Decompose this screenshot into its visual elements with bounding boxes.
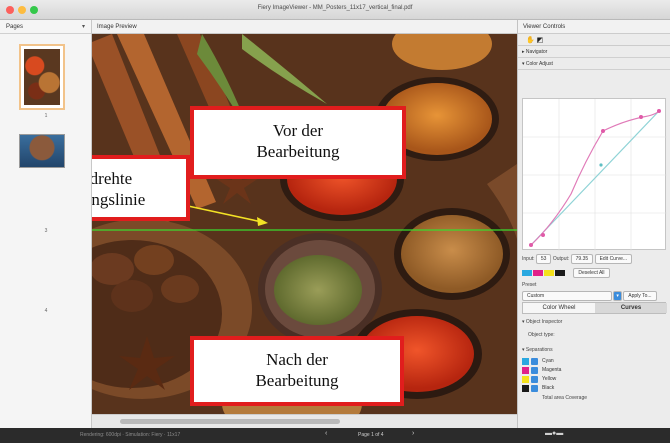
page-thumbnail-1[interactable]: [19, 44, 65, 110]
image-preview-header: Image Preview: [92, 20, 517, 34]
callout-before-line2: Bearbeitung: [256, 142, 340, 161]
separation-row-magenta[interactable]: Magenta: [522, 367, 666, 375]
status-bar: Rendering: 600dpi · Simulation: Fiery · …: [0, 428, 670, 443]
separation-label: Magenta: [542, 367, 562, 373]
scrollbar-thumb[interactable]: [120, 419, 340, 424]
cyan-swatch[interactable]: [522, 269, 532, 276]
window-title: Fiery ImageViewer - MM_Posters_11x17_ver…: [257, 5, 413, 11]
compare-tool-icon[interactable]: ◩: [537, 37, 544, 44]
black-color-swatch: [522, 385, 529, 392]
channel-swatches-row: Deselect All: [522, 268, 610, 278]
render-info: Rendering: 600dpi · Simulation: Fiery · …: [80, 432, 181, 438]
object-type-label: Object type:: [528, 332, 555, 338]
hand-tool-icon[interactable]: ✋: [526, 37, 535, 44]
total-coverage-label: Total area Coverage: [542, 395, 588, 401]
separation-row-black[interactable]: Black: [522, 385, 666, 393]
separation-label: Cyan: [542, 358, 554, 364]
navigator-section[interactable]: ▸ Navigator: [518, 46, 670, 58]
navigator-label: Navigator: [525, 49, 548, 55]
preset-select[interactable]: Custom: [522, 291, 612, 301]
separation-label: Yellow: [542, 376, 557, 382]
window-titlebar: Fiery ImageViewer - MM_Posters_11x17_ver…: [0, 0, 670, 20]
callout-after-line2: Bearbeitung: [255, 371, 339, 390]
viewer-tool-icons: ✋ ◩: [518, 34, 670, 46]
input-output-row: Input: 53 Output: 79.35 Edit Curve...: [522, 254, 633, 264]
preset-dropdown-icon[interactable]: ▾: [613, 291, 622, 301]
output-field[interactable]: 79.35: [570, 254, 594, 264]
color-mode-tabs: Color Wheel Curves: [522, 302, 667, 314]
edit-curve-button[interactable]: Edit Curve...: [594, 254, 633, 264]
callout-split-line2: Teilungslinie: [92, 190, 146, 209]
page-number-3: 3: [44, 228, 48, 234]
magenta-color-swatch: [522, 367, 529, 374]
apply-to-button[interactable]: Apply To...: [623, 291, 657, 301]
tab-curves[interactable]: Curves: [595, 303, 667, 313]
callout-before-line1: Vor der: [272, 121, 324, 140]
output-label: Output:: [552, 256, 570, 262]
page-thumbnail-image: [24, 49, 60, 105]
image-preview-canvas[interactable]: Vor der Bearbeitung Gedrehte Teilungslin…: [92, 34, 517, 414]
input-label: Input:: [522, 256, 535, 262]
magenta-checkbox[interactable]: [531, 367, 538, 374]
viewer-controls-header: Viewer Controls: [518, 20, 670, 34]
magenta-swatch[interactable]: [533, 269, 543, 276]
separation-row-yellow[interactable]: Yellow: [522, 376, 666, 384]
curves-graph-svg: [523, 99, 667, 251]
page-thumbnail-2[interactable]: [19, 134, 65, 168]
page-indicator: Page 1 of 4: [358, 432, 384, 438]
tab-color-wheel[interactable]: Color Wheel: [523, 303, 595, 313]
separations-section[interactable]: ▾ Separations: [522, 347, 553, 353]
callout-after-editing: Nach der Bearbeitung: [190, 336, 404, 406]
yellow-checkbox[interactable]: [531, 376, 538, 383]
separation-label: Black: [542, 385, 555, 391]
yellow-swatch[interactable]: [544, 269, 554, 276]
zoom-slider-icon[interactable]: ▬●▬: [545, 430, 563, 437]
color-adjust-label: Color Adjust: [525, 61, 553, 67]
callout-rotated-split-line: Gedrehte Teilungslinie: [92, 155, 190, 221]
separation-row-cyan[interactable]: Cyan: [522, 358, 666, 366]
pages-header: Pages ▾: [0, 20, 91, 34]
preset-label: Preset: [522, 282, 537, 288]
next-page-icon[interactable]: ›: [412, 430, 414, 437]
pages-header-label: Pages: [6, 24, 24, 30]
callout-split-line1: Gedrehte: [92, 169, 133, 188]
color-adjust-section[interactable]: ▾ Color Adjust: [518, 58, 670, 70]
cyan-color-swatch: [522, 358, 529, 365]
object-inspector-section[interactable]: ▾ Object Inspector: [522, 319, 562, 325]
pages-panel: Pages ▾ 1 3 4: [0, 20, 92, 428]
yellow-color-swatch: [522, 376, 529, 383]
deselect-all-button[interactable]: Deselect All: [573, 268, 610, 278]
page-number-1: 1: [44, 113, 48, 119]
previous-page-icon[interactable]: ‹: [325, 430, 327, 437]
black-checkbox[interactable]: [531, 385, 538, 392]
preset-row: Custom ▾ Apply To...: [522, 291, 666, 301]
callout-after-line1: Nach der: [266, 350, 328, 369]
horizontal-scrollbar[interactable]: [92, 414, 517, 428]
curves-graph[interactable]: [522, 98, 667, 251]
object-inspector-label: Object Inspector: [525, 319, 563, 325]
page-number-4: 4: [44, 308, 48, 314]
separations-label: Separations: [525, 347, 553, 353]
callout-before-editing: Vor der Bearbeitung: [190, 106, 406, 179]
cyan-checkbox[interactable]: [531, 358, 538, 365]
black-swatch[interactable]: [555, 269, 565, 276]
input-field[interactable]: 53: [535, 254, 552, 264]
viewer-controls-panel: Viewer Controls ✋ ◩ ▸ Navigator ▾ Color …: [517, 20, 670, 428]
chevron-down-icon[interactable]: ▾: [82, 23, 85, 30]
